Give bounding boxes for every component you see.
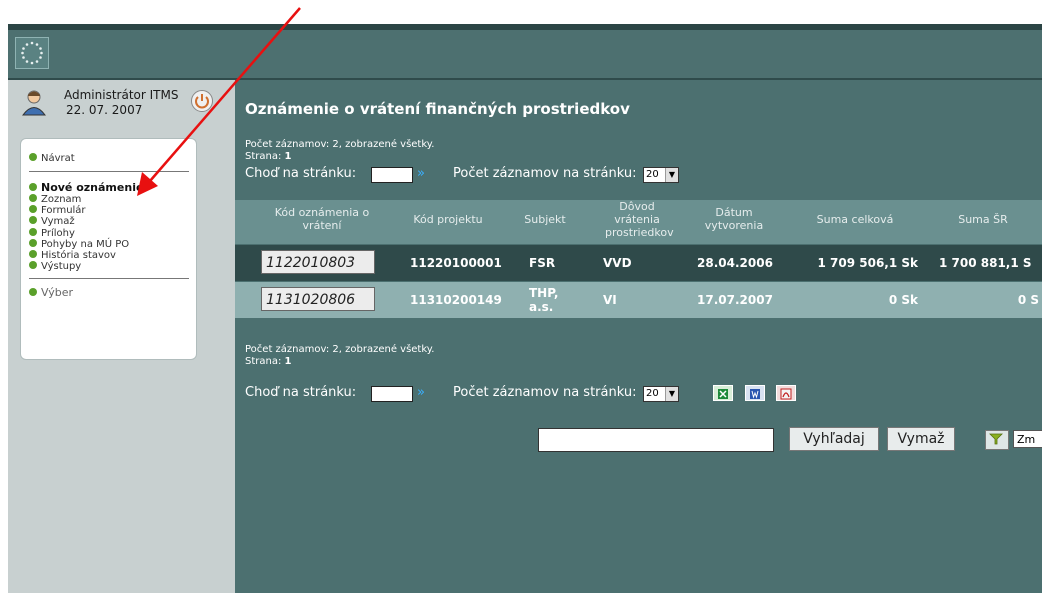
per-page-label: Počet záznamov na stránku: [453,166,637,181]
top-bar [8,24,1042,80]
notice-code[interactable]: 1122010803 [261,250,375,274]
menu-item-label: Prílohy [41,228,75,239]
goto-label-bottom: Choď na stránku: [245,385,357,400]
word-export-icon[interactable] [745,385,765,401]
clear-button[interactable]: Vymaž [887,427,955,451]
per-page-select-bottom[interactable]: 20 ▼ [643,386,679,402]
menu-box: Návrat Nové oznámenie Zoznam Formulár Vy… [20,138,197,360]
notice-code[interactable]: 1131020806 [261,287,375,311]
chevron-down-icon: ▼ [665,168,678,182]
menu-divider [29,278,189,279]
col-header[interactable]: Kód oznámenia o vrátení [257,206,387,232]
project-code: 11220100001 [410,256,502,270]
goto-page-input[interactable] [371,167,413,183]
menu-item-label: Výstupy [41,261,82,272]
subject: THP, a.s. [529,286,559,314]
table-row[interactable]: 1131020806 11310200149 THP, a.s. VI 17.0… [235,282,1042,318]
menu-item-label: Vymaž [41,216,75,227]
sidebar: Administrátor ITMS 22. 07. 2007 Návrat N… [8,80,235,593]
page-value: 1 [284,356,292,367]
bullet-icon [29,250,37,258]
bullet-icon [29,153,37,161]
menu-item-new-notice[interactable]: Nové oznámenie [29,182,143,194]
record-count: Počet záznamov: 2, zobrazené všetky. [245,139,435,150]
excel-export-icon[interactable] [713,385,733,401]
menu-divider [29,171,189,172]
table-row[interactable]: 1122010803 11220100001 FSR VVD 28.04.200… [235,245,1042,281]
page-indicator: Strana: 1 [245,151,292,162]
user-date: 22. 07. 2007 [66,103,143,117]
sr-sum: 1 700 881,1 S [939,256,1032,270]
col-header[interactable]: Subjekt [515,213,575,226]
search-input[interactable] [538,428,774,452]
logout-icon[interactable] [191,90,213,112]
bullet-icon [29,239,37,247]
menu-item-label: Nové oznámenie [41,181,144,194]
search-button[interactable]: Vyhľadaj [789,427,879,451]
reason: VVD [603,256,632,270]
bullet-icon [29,228,37,236]
bullet-icon [29,194,37,202]
filter-icon[interactable] [985,430,1009,450]
goto-arrow-icon[interactable]: » [417,167,427,181]
col-header[interactable]: Dátum vytvorenia [699,206,769,232]
pdf-export-icon[interactable] [776,385,796,401]
record-count-bottom: Počet záznamov: 2, zobrazené všetky. [245,344,435,355]
goto-label: Choď na stránku: [245,166,357,181]
created-date: 28.04.2006 [697,256,773,270]
menu-item-label: Pohyby na MÚ PO [41,239,130,250]
menu-back-label: Návrat [41,153,75,164]
per-page-select[interactable]: 20 ▼ [643,167,679,183]
zm-select[interactable]: Zm [1013,430,1042,448]
menu-item-select[interactable]: Výber [29,287,73,299]
goto-page-input-bottom[interactable] [371,386,413,402]
per-page-value: 20 [646,388,659,399]
per-page-value: 20 [646,169,659,180]
reason: VI [603,293,617,307]
page-indicator-bottom: Strana: 1 [245,356,292,367]
menu-item-label: Formulár [41,205,86,216]
subject: FSR [529,256,556,270]
col-header[interactable]: Suma celková [805,213,905,226]
col-header[interactable]: Kód projektu [403,213,493,226]
user-name: Administrátor ITMS [64,88,179,102]
menu-item-label: Zoznam [41,194,82,205]
top-stripe [8,24,1042,30]
page-label: Strana: [245,151,282,162]
chevron-down-icon: ▼ [665,387,678,401]
menu-item-label: Výber [41,286,74,299]
eu-logo[interactable] [15,37,49,69]
col-header[interactable]: Dôvod vrátenia prostriedkov [605,200,674,239]
total-sum: 0 Sk [888,293,918,307]
menu-item-delete[interactable]: Vymaž [29,216,75,228]
user-avatar-icon [21,88,47,116]
goto-arrow-icon[interactable]: » [417,386,427,400]
menu-item-outputs[interactable]: Výstupy [29,261,81,273]
total-sum: 1 709 506,1 Sk [817,256,918,270]
project-code: 11310200149 [410,293,502,307]
per-page-label-bottom: Počet záznamov na stránku: [453,385,637,400]
bullet-icon [29,183,37,191]
main-content: Oznámenie o vrátení finančných prostried… [235,80,1042,593]
sr-sum: 0 S [1017,293,1039,307]
col-header[interactable]: Suma ŠR [943,213,1023,226]
menu-back[interactable]: Návrat [29,153,75,165]
bullet-icon [29,205,37,213]
bullet-icon [29,261,37,269]
bullet-icon [29,216,37,224]
bullet-icon [29,288,37,296]
page-title: Oznámenie o vrátení finančných prostried… [245,100,630,118]
app-window: Administrátor ITMS 22. 07. 2007 Návrat N… [8,24,1042,593]
menu-item-label: História stavov [41,250,116,261]
page-label: Strana: [245,356,282,367]
page-value: 1 [284,151,292,162]
table-header-row: Kód oznámenia o vrátení Kód projektu Sub… [235,200,1042,244]
created-date: 17.07.2007 [697,293,773,307]
